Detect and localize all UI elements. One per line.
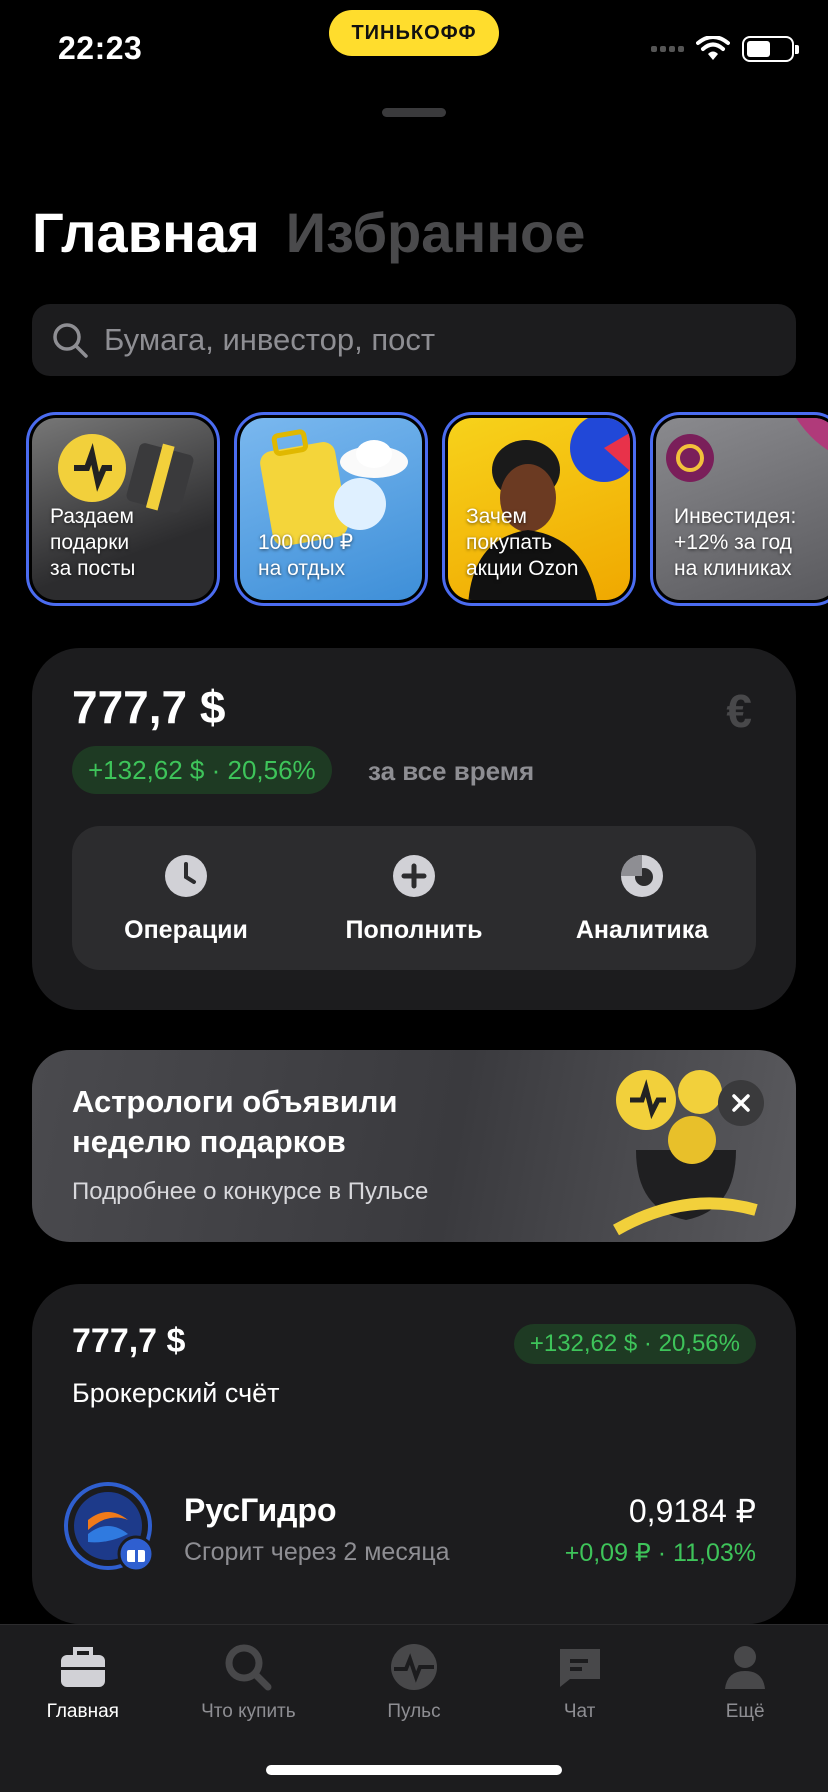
- brand-pill[interactable]: ТИНЬКОФФ: [329, 10, 499, 56]
- broker-account-card[interactable]: 777,7 $ Брокерский счёт +132,62 $ · 20,5…: [32, 1284, 796, 1624]
- tab-main[interactable]: Главная: [32, 200, 260, 265]
- story-label: Раздаем подарки за посты: [50, 505, 136, 580]
- clock-icon: [165, 855, 207, 897]
- pulse-icon: [390, 1644, 437, 1690]
- chat-icon: [559, 1649, 600, 1687]
- story-vacation[interactable]: 100 000 ₽ на отдых: [234, 412, 428, 606]
- search-input[interactable]: Бумага, инвестор, пост: [32, 304, 796, 376]
- pie-icon: [621, 855, 663, 897]
- rushydro-logo-icon: [64, 1482, 155, 1573]
- asset-price: 0,9184 ₽: [628, 1493, 756, 1529]
- broker-value: 777,7 $: [72, 1322, 186, 1360]
- header-tabs: Главная Избранное: [32, 200, 585, 265]
- search-icon: [225, 1644, 272, 1691]
- suitcase-icon: [260, 429, 408, 546]
- asset-note: Сгорит через 2 месяца: [184, 1538, 450, 1566]
- profile-icon: [725, 1646, 766, 1689]
- top-up-button[interactable]: Пополнить: [300, 826, 528, 970]
- cellular-signal-icon: [651, 46, 684, 52]
- story-label: 100 000 ₽ на отдых: [258, 531, 354, 580]
- sheet-grabber[interactable]: [382, 108, 446, 117]
- asset-name: РусГидро: [184, 1492, 337, 1528]
- story-gifts[interactable]: Раздаем подарки за посты: [26, 412, 220, 606]
- portfolio-value: 777,7 $: [72, 681, 226, 733]
- operations-button[interactable]: Операции: [72, 826, 300, 970]
- broker-gain-badge: +132,62 $ · 20,56%: [513, 1324, 756, 1364]
- portfolio-actions: Операции Пополнить Аналитика: [72, 826, 756, 970]
- story-ozon[interactable]: Зачем покупать акции Ozon: [442, 412, 636, 606]
- clinic-logo-icon: [666, 418, 828, 482]
- wifi-icon: [696, 36, 730, 60]
- tabbar-home[interactable]: Главная: [0, 1625, 166, 1792]
- promo-subtitle: Подробнее о конкурсе в Пульсе: [72, 1178, 429, 1205]
- portfolio-gain-badge: +132,62 $ · 20,56%: [72, 746, 332, 794]
- battery-icon: [742, 36, 799, 62]
- tab-favorites[interactable]: Избранное: [286, 200, 586, 265]
- gain-period-label[interactable]: за все время: [368, 756, 534, 787]
- promo-banner[interactable]: Астрологи объявили неделю подарков Подро…: [32, 1050, 796, 1242]
- asset-change: +0,09 ₽ · 11,03%: [564, 1539, 756, 1567]
- portfolio-card: 777,7 $ € +132,62 $ · 20,56% за все врем…: [32, 648, 796, 1010]
- story-label: Зачем покупать акции Ozon: [466, 505, 579, 580]
- search-icon: [53, 323, 88, 358]
- close-icon: [732, 1094, 750, 1112]
- briefcase-icon: [60, 1647, 105, 1687]
- analytics-button[interactable]: Аналитика: [528, 826, 756, 970]
- broker-account-name: Брокерский счёт: [72, 1378, 280, 1408]
- story-label: Инвестидея: +12% за год на клиниках: [674, 505, 797, 580]
- tabbar-more[interactable]: Ещё: [662, 1625, 828, 1792]
- promo-title: Астрологи объявили неделю подарков: [72, 1084, 398, 1159]
- story-investidea[interactable]: Инвестидея: +12% за год на клиниках: [650, 412, 828, 606]
- home-indicator[interactable]: [266, 1765, 562, 1775]
- currency-switch-icon[interactable]: €: [726, 684, 752, 738]
- status-icons: [651, 36, 799, 62]
- status-time: 22:23: [58, 30, 143, 66]
- stories-row: Раздаем подарки за посты 100 000 ₽ на отдых: [26, 412, 828, 606]
- promo-close-button[interactable]: [718, 1080, 764, 1126]
- plus-icon: [393, 855, 435, 897]
- search-placeholder: Бумага, инвестор, пост: [104, 322, 436, 357]
